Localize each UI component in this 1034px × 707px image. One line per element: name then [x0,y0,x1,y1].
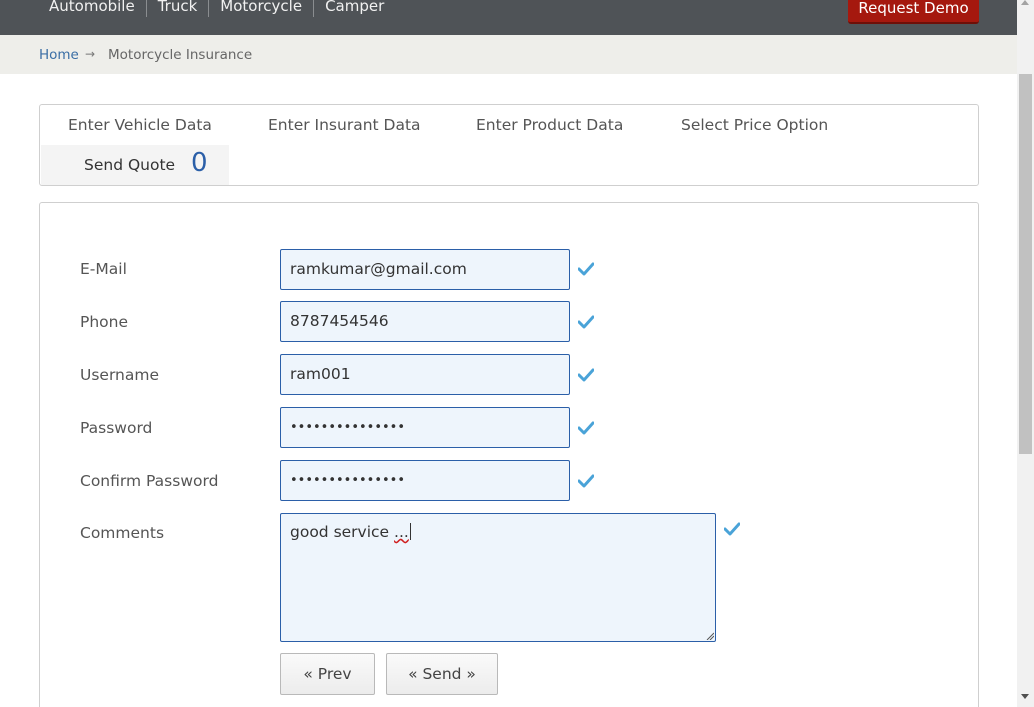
breadcrumb-current: Motorcycle Insurance [108,47,253,63]
email-label: E-Mail [80,260,127,278]
arrow-right-icon: → [85,47,96,61]
scroll-down-icon[interactable] [1021,694,1029,699]
nav-truck[interactable]: Truck [145,0,209,17]
confirm-password-field[interactable]: ••••••••••••••• [280,460,570,501]
password-field[interactable]: ••••••••••••••• [280,407,570,448]
tab-send-quote-label: Send Quote [84,156,176,174]
breadcrumb-home-link[interactable]: Home [39,47,79,63]
tab-select-price-option[interactable]: Select Price Option [681,116,828,134]
wizard-steps: Enter Vehicle Data Enter Insurant Data E… [39,104,979,186]
comments-textarea[interactable]: good service ... [280,513,716,642]
phone-field[interactable]: 8787454546 [280,301,570,342]
password-label: Password [80,419,153,437]
comments-text: good service [290,523,395,541]
checkmark-icon [578,474,594,488]
nav-motorcycle[interactable]: Motorcycle [208,0,313,17]
vertical-scrollbar[interactable] [1017,0,1034,707]
username-field[interactable]: ram001 [280,354,570,395]
prev-button[interactable]: « Prev [280,653,375,695]
request-demo-button[interactable]: Request Demo [848,0,979,24]
nav-automobile[interactable]: Automobile [38,0,146,17]
breadcrumb: Home → Motorcycle Insurance [0,35,1017,74]
send-button[interactable]: « Send » [386,653,498,695]
checkmark-icon [578,421,594,435]
checkmark-icon [578,368,594,382]
comments-spellcheck-text: ... [394,523,409,541]
resize-handle-icon[interactable] [706,632,714,640]
tab-send-quote[interactable]: Send Quote 0 [41,145,229,185]
username-label: Username [80,366,160,384]
text-caret [409,523,411,540]
checkmark-icon [578,315,594,329]
scrollbar-thumb[interactable] [1019,74,1032,454]
checkmark-icon [578,262,594,276]
email-field[interactable]: ramkumar@gmail.com [280,249,570,290]
confirm-password-label: Confirm Password [80,472,219,490]
nav-camper[interactable]: Camper [313,0,395,17]
tab-enter-product-data[interactable]: Enter Product Data [476,116,623,134]
top-navigation: Automobile Truck Motorcycle Camper Reque… [0,0,1017,35]
scroll-up-icon[interactable] [1021,0,1029,5]
tab-send-quote-count: 0 [191,148,208,178]
tab-enter-vehicle-data[interactable]: Enter Vehicle Data [68,116,212,134]
tab-enter-insurant-data[interactable]: Enter Insurant Data [268,116,421,134]
vehicle-menu: Automobile Truck Motorcycle Camper [38,0,395,17]
phone-label: Phone [80,313,129,331]
comments-label: Comments [80,524,165,542]
checkmark-icon [724,522,740,536]
